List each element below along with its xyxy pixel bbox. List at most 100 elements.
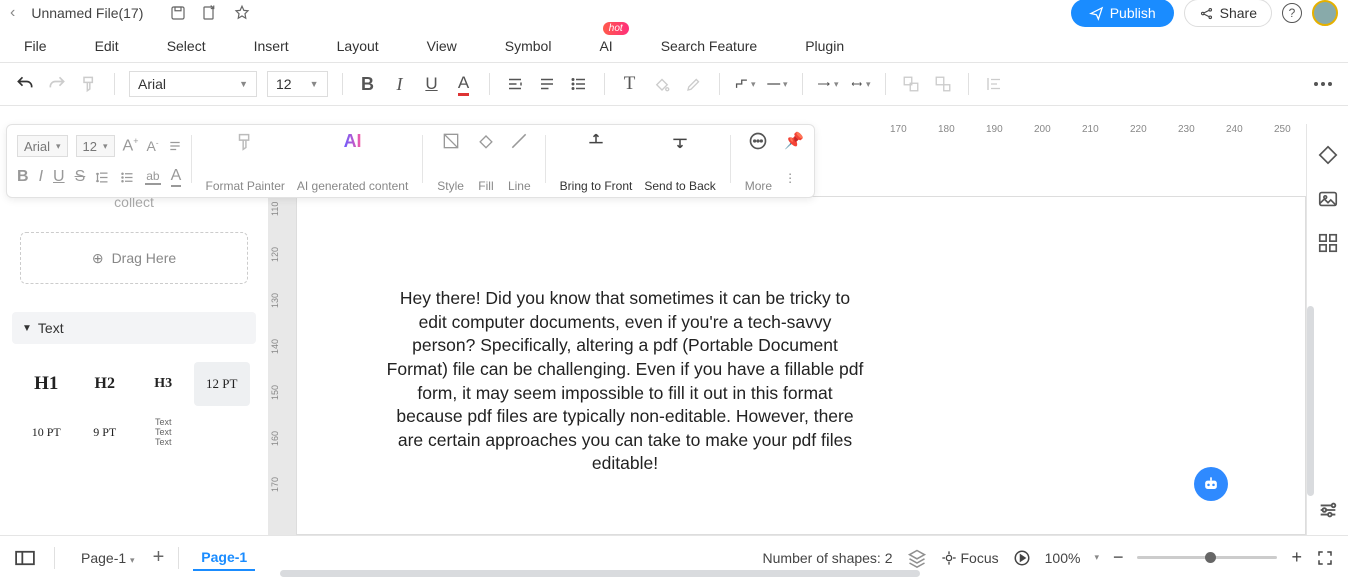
text-9pt[interactable]: 9 PT [77, 410, 134, 454]
theme-icon[interactable] [1317, 144, 1339, 166]
group-icon[interactable] [900, 73, 922, 95]
pencil-icon[interactable] [683, 73, 705, 95]
text-h1[interactable]: H1 [18, 362, 75, 406]
float-linespacing-icon[interactable] [95, 170, 110, 185]
share-button[interactable]: Share [1184, 0, 1272, 27]
text-section-label: Text [38, 320, 64, 336]
line-style-icon[interactable]: ▾ [766, 73, 788, 95]
text-h3[interactable]: H3 [135, 362, 192, 406]
float-send-back[interactable]: Send to Back [638, 131, 721, 193]
menu-file[interactable]: File [24, 38, 47, 54]
export-icon[interactable] [201, 4, 219, 22]
float-highlight-icon[interactable]: ab [145, 169, 160, 185]
back-chevron-icon[interactable]: ‹ [10, 4, 15, 22]
image-icon[interactable] [1317, 188, 1339, 210]
pin-icon[interactable]: 📌 [784, 131, 804, 151]
menu-view[interactable]: View [427, 38, 457, 54]
vertical-ruler: 110 120 130 140 150 160 170 [268, 196, 296, 535]
fill-icon[interactable] [651, 73, 673, 95]
list-icon[interactable] [568, 73, 590, 95]
float-more[interactable]: More [739, 131, 778, 193]
menu-layout[interactable]: Layout [337, 38, 379, 54]
page-tab-1[interactable]: Page-1 [193, 545, 255, 571]
focus-button[interactable]: Focus [941, 550, 999, 566]
canvas-area[interactable]: 110 120 130 140 150 160 170 Hey there! D… [268, 196, 1306, 535]
avatar[interactable] [1312, 0, 1338, 26]
menu-edit[interactable]: Edit [95, 38, 119, 54]
pages-layout-icon[interactable] [14, 550, 36, 566]
float-bullet-icon[interactable] [120, 170, 135, 185]
zoom-slider[interactable] [1137, 556, 1277, 559]
float-italic-icon[interactable]: I [39, 168, 43, 186]
text-h2[interactable]: H2 [77, 362, 134, 406]
settings-list-icon[interactable] [1317, 499, 1339, 521]
document-body-text[interactable]: Hey there! Did you know that sometimes i… [385, 287, 865, 476]
file-name[interactable]: Unnamed File(17) [31, 5, 143, 21]
menu-plugin[interactable]: Plugin [805, 38, 844, 54]
fullscreen-icon[interactable] [1316, 549, 1334, 567]
menu-bar: File Edit Select Insert Layout View Symb… [0, 30, 1348, 62]
decrease-font-icon[interactable]: A- [146, 138, 158, 154]
menu-symbol[interactable]: Symbol [505, 38, 552, 54]
zoom-out-icon[interactable]: − [1113, 547, 1124, 568]
arrow-ends-icon[interactable]: ▾ [849, 73, 871, 95]
star-icon[interactable] [233, 4, 251, 22]
float-menu-icon[interactable]: ⋮ [784, 171, 804, 185]
arrow-icon[interactable]: ▾ [817, 73, 839, 95]
shapes-count: Number of shapes: 2 [763, 550, 893, 566]
font-color-icon[interactable]: A [453, 73, 475, 95]
ungroup-icon[interactable] [932, 73, 954, 95]
connector-icon[interactable]: ▾ [734, 73, 756, 95]
size-select[interactable]: 12▼ [267, 71, 328, 97]
page-canvas[interactable]: Hey there! Did you know that sometimes i… [296, 196, 1306, 535]
drag-here-box[interactable]: ⊕ Drag Here [20, 232, 248, 284]
layers-icon[interactable] [907, 548, 927, 568]
add-page-icon[interactable]: + [153, 546, 165, 569]
help-icon[interactable]: ? [1282, 3, 1302, 23]
float-underline-icon[interactable]: U [53, 168, 65, 186]
text-section-header[interactable]: ▼ Text [12, 312, 256, 344]
float-format-painter[interactable]: Format Painter [200, 131, 291, 193]
undo-icon[interactable] [14, 73, 36, 95]
menu-ai[interactable]: AI hot [599, 38, 612, 54]
font-select[interactable]: Arial▼ [129, 71, 257, 97]
float-font-select[interactable]: Arial▾ [17, 135, 68, 157]
increase-font-icon[interactable]: A+ [123, 136, 139, 155]
align-horizontal-icon[interactable] [536, 73, 558, 95]
assistant-bot-icon[interactable] [1194, 467, 1228, 501]
float-line[interactable]: Line [502, 131, 537, 193]
menu-select[interactable]: Select [167, 38, 206, 54]
text-plain[interactable]: TextTextText [135, 410, 192, 454]
menu-search-feature[interactable]: Search Feature [661, 38, 758, 54]
text-12pt[interactable]: 12 PT [194, 362, 251, 406]
zoom-value[interactable]: 100% [1045, 550, 1081, 566]
redo-icon[interactable] [46, 73, 68, 95]
bold-icon[interactable]: B [357, 73, 379, 95]
float-size-select[interactable]: 12▾ [76, 135, 115, 157]
ruler-tick: 200 [1034, 124, 1051, 135]
zoom-in-icon[interactable]: + [1291, 547, 1302, 568]
text-tool-icon[interactable]: T [619, 73, 641, 95]
page-dropdown[interactable]: Page-1 ▾ [73, 546, 143, 570]
float-fill[interactable]: Fill [470, 131, 502, 193]
align-vertical-icon[interactable] [504, 73, 526, 95]
float-fontcolor-icon[interactable]: A [171, 167, 182, 187]
underline-icon[interactable]: U [421, 73, 443, 95]
text-10pt[interactable]: 10 PT [18, 410, 75, 454]
publish-button[interactable]: Publish [1071, 0, 1174, 27]
save-icon[interactable] [169, 4, 187, 22]
float-style[interactable]: Style [431, 131, 470, 193]
format-painter-icon[interactable] [78, 73, 100, 95]
float-strike-icon[interactable]: S [75, 168, 86, 186]
presentation-icon[interactable] [1013, 549, 1031, 567]
ruler-tick: 230 [1178, 124, 1195, 135]
grid-icon[interactable] [1317, 232, 1339, 254]
align-icon[interactable] [167, 139, 183, 153]
italic-icon[interactable]: I [389, 73, 411, 95]
float-bold-icon[interactable]: B [17, 168, 29, 186]
more-icon[interactable] [1312, 73, 1334, 95]
menu-insert[interactable]: Insert [254, 38, 289, 54]
float-bring-front[interactable]: Bring to Front [554, 131, 639, 193]
float-ai[interactable]: AI AI generated content [291, 131, 414, 193]
align-objects-icon[interactable] [983, 73, 1005, 95]
